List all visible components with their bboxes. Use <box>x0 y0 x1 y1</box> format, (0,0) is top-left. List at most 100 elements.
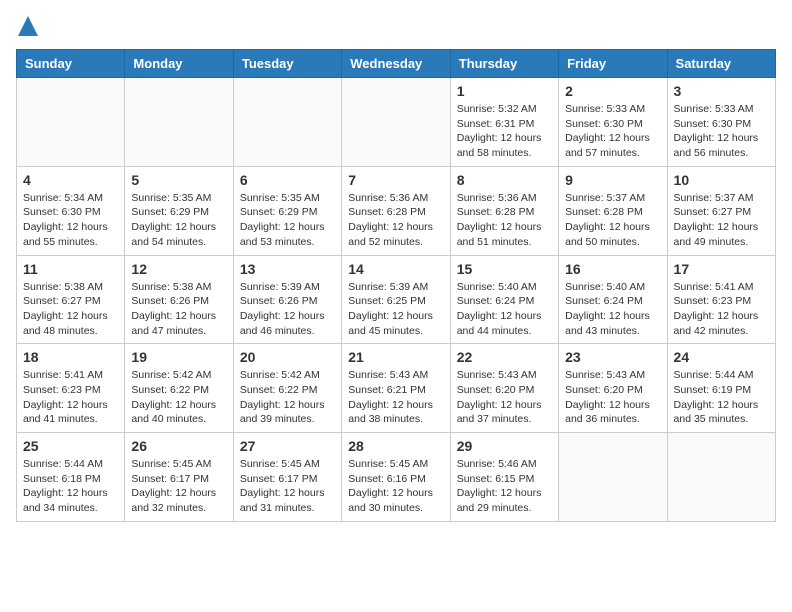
calendar-cell: 27 Sunrise: 5:45 AM Sunset: 6:17 PM Dayli… <box>233 433 341 522</box>
calendar-cell: 5Sunrise: 5:35 AM Sunset: 6:29 PM Daylig… <box>125 166 233 255</box>
day-number: 20 <box>240 349 335 365</box>
calendar-cell: 20 Sunrise: 5:42 AM Sunset: 6:22 PM Dayli… <box>233 344 341 433</box>
day-info: Sunrise: 5:43 AM Sunset: 6:21 PM Dayligh… <box>348 368 443 427</box>
day-info: Sunrise: 5:43 AM Sunset: 6:20 PM Dayligh… <box>565 368 660 427</box>
day-number: 17 <box>674 261 769 277</box>
day-number: 1 <box>457 83 552 99</box>
calendar-cell <box>667 433 775 522</box>
day-info: Sunrise: 5:45 AM Sunset: 6:17 PM Dayligh… <box>240 457 335 516</box>
day-info: Sunrise: 5:43 AM Sunset: 6:20 PM Dayligh… <box>457 368 552 427</box>
day-info: Sunrise: 5:36 AM Sunset: 6:28 PM Dayligh… <box>457 191 552 250</box>
calendar-cell: 9Sunrise: 5:37 AM Sunset: 6:28 PM Daylig… <box>559 166 667 255</box>
calendar-header-sunday: Sunday <box>17 50 125 78</box>
day-number: 27 <box>240 438 335 454</box>
calendar-cell: 3 Sunrise: 5:33 AM Sunset: 6:30 PM Daylig… <box>667 78 775 167</box>
day-number: 6 <box>240 172 335 188</box>
day-info: Sunrise: 5:33 AM Sunset: 6:30 PM Dayligh… <box>565 102 660 161</box>
day-info: Sunrise: 5:45 AM Sunset: 6:16 PM Dayligh… <box>348 457 443 516</box>
day-number: 9 <box>565 172 660 188</box>
day-number: 29 <box>457 438 552 454</box>
day-info: Sunrise: 5:44 AM Sunset: 6:19 PM Dayligh… <box>674 368 769 427</box>
day-info: Sunrise: 5:33 AM Sunset: 6:30 PM Dayligh… <box>674 102 769 161</box>
calendar-cell: 11Sunrise: 5:38 AM Sunset: 6:27 PM Dayli… <box>17 255 125 344</box>
day-number: 23 <box>565 349 660 365</box>
day-info: Sunrise: 5:40 AM Sunset: 6:24 PM Dayligh… <box>457 280 552 339</box>
calendar-cell: 23 Sunrise: 5:43 AM Sunset: 6:20 PM Dayli… <box>559 344 667 433</box>
day-number: 12 <box>131 261 226 277</box>
calendar-cell: 21 Sunrise: 5:43 AM Sunset: 6:21 PM Dayli… <box>342 344 450 433</box>
calendar-cell <box>342 78 450 167</box>
calendar-cell: 28 Sunrise: 5:45 AM Sunset: 6:16 PM Dayli… <box>342 433 450 522</box>
day-number: 4 <box>23 172 118 188</box>
day-number: 26 <box>131 438 226 454</box>
calendar-cell: 29 Sunrise: 5:46 AM Sunset: 6:15 PM Dayli… <box>450 433 558 522</box>
calendar-cell: 18Sunrise: 5:41 AM Sunset: 6:23 PM Dayli… <box>17 344 125 433</box>
calendar-week-row: 11Sunrise: 5:38 AM Sunset: 6:27 PM Dayli… <box>17 255 776 344</box>
calendar-cell: 10 Sunrise: 5:37 AM Sunset: 6:27 PM Dayli… <box>667 166 775 255</box>
calendar-cell: 13 Sunrise: 5:39 AM Sunset: 6:26 PM Dayli… <box>233 255 341 344</box>
day-info: Sunrise: 5:42 AM Sunset: 6:22 PM Dayligh… <box>240 368 335 427</box>
calendar-cell <box>17 78 125 167</box>
calendar-cell: 1Sunrise: 5:32 AM Sunset: 6:31 PM Daylig… <box>450 78 558 167</box>
calendar-cell: 26 Sunrise: 5:45 AM Sunset: 6:17 PM Dayli… <box>125 433 233 522</box>
calendar-cell <box>125 78 233 167</box>
day-info: Sunrise: 5:42 AM Sunset: 6:22 PM Dayligh… <box>131 368 226 427</box>
calendar-cell: 8 Sunrise: 5:36 AM Sunset: 6:28 PM Daylig… <box>450 166 558 255</box>
day-info: Sunrise: 5:39 AM Sunset: 6:25 PM Dayligh… <box>348 280 443 339</box>
calendar-header-thursday: Thursday <box>450 50 558 78</box>
calendar-week-row: 4 Sunrise: 5:34 AM Sunset: 6:30 PM Daylig… <box>17 166 776 255</box>
day-number: 7 <box>348 172 443 188</box>
calendar-cell <box>233 78 341 167</box>
day-info: Sunrise: 5:34 AM Sunset: 6:30 PM Dayligh… <box>23 191 118 250</box>
calendar-cell: 22 Sunrise: 5:43 AM Sunset: 6:20 PM Dayli… <box>450 344 558 433</box>
day-number: 13 <box>240 261 335 277</box>
day-number: 16 <box>565 261 660 277</box>
day-number: 8 <box>457 172 552 188</box>
day-number: 10 <box>674 172 769 188</box>
calendar-header-saturday: Saturday <box>667 50 775 78</box>
calendar-week-row: 18Sunrise: 5:41 AM Sunset: 6:23 PM Dayli… <box>17 344 776 433</box>
calendar-header-wednesday: Wednesday <box>342 50 450 78</box>
day-info: Sunrise: 5:46 AM Sunset: 6:15 PM Dayligh… <box>457 457 552 516</box>
day-number: 24 <box>674 349 769 365</box>
day-number: 28 <box>348 438 443 454</box>
logo <box>16 16 38 39</box>
day-number: 14 <box>348 261 443 277</box>
day-info: Sunrise: 5:39 AM Sunset: 6:26 PM Dayligh… <box>240 280 335 339</box>
calendar-cell: 14 Sunrise: 5:39 AM Sunset: 6:25 PM Dayli… <box>342 255 450 344</box>
calendar-cell: 12 Sunrise: 5:38 AM Sunset: 6:26 PM Dayli… <box>125 255 233 344</box>
day-number: 19 <box>131 349 226 365</box>
day-info: Sunrise: 5:35 AM Sunset: 6:29 PM Dayligh… <box>240 191 335 250</box>
day-info: Sunrise: 5:44 AM Sunset: 6:18 PM Dayligh… <box>23 457 118 516</box>
calendar-cell: 16 Sunrise: 5:40 AM Sunset: 6:24 PM Dayli… <box>559 255 667 344</box>
calendar-cell: 19 Sunrise: 5:42 AM Sunset: 6:22 PM Dayli… <box>125 344 233 433</box>
day-number: 15 <box>457 261 552 277</box>
day-info: Sunrise: 5:38 AM Sunset: 6:26 PM Dayligh… <box>131 280 226 339</box>
day-info: Sunrise: 5:36 AM Sunset: 6:28 PM Dayligh… <box>348 191 443 250</box>
day-number: 22 <box>457 349 552 365</box>
day-info: Sunrise: 5:41 AM Sunset: 6:23 PM Dayligh… <box>674 280 769 339</box>
calendar-header-friday: Friday <box>559 50 667 78</box>
calendar-cell <box>559 433 667 522</box>
calendar-header-tuesday: Tuesday <box>233 50 341 78</box>
day-number: 5 <box>131 172 226 188</box>
day-number: 25 <box>23 438 118 454</box>
calendar-header-monday: Monday <box>125 50 233 78</box>
calendar-cell: 25 Sunrise: 5:44 AM Sunset: 6:18 PM Dayli… <box>17 433 125 522</box>
calendar-header-row: SundayMondayTuesdayWednesdayThursdayFrid… <box>17 50 776 78</box>
day-info: Sunrise: 5:37 AM Sunset: 6:27 PM Dayligh… <box>674 191 769 250</box>
calendar-week-row: 1Sunrise: 5:32 AM Sunset: 6:31 PM Daylig… <box>17 78 776 167</box>
day-number: 21 <box>348 349 443 365</box>
calendar-cell: 2 Sunrise: 5:33 AM Sunset: 6:30 PM Daylig… <box>559 78 667 167</box>
calendar-cell: 4 Sunrise: 5:34 AM Sunset: 6:30 PM Daylig… <box>17 166 125 255</box>
logo-triangle-icon <box>18 16 38 38</box>
calendar-table: SundayMondayTuesdayWednesdayThursdayFrid… <box>16 49 776 522</box>
day-number: 2 <box>565 83 660 99</box>
calendar-week-row: 25 Sunrise: 5:44 AM Sunset: 6:18 PM Dayli… <box>17 433 776 522</box>
day-info: Sunrise: 5:40 AM Sunset: 6:24 PM Dayligh… <box>565 280 660 339</box>
calendar-cell: 7 Sunrise: 5:36 AM Sunset: 6:28 PM Daylig… <box>342 166 450 255</box>
calendar-cell: 6 Sunrise: 5:35 AM Sunset: 6:29 PM Daylig… <box>233 166 341 255</box>
day-number: 3 <box>674 83 769 99</box>
day-info: Sunrise: 5:45 AM Sunset: 6:17 PM Dayligh… <box>131 457 226 516</box>
page-header <box>16 16 776 39</box>
